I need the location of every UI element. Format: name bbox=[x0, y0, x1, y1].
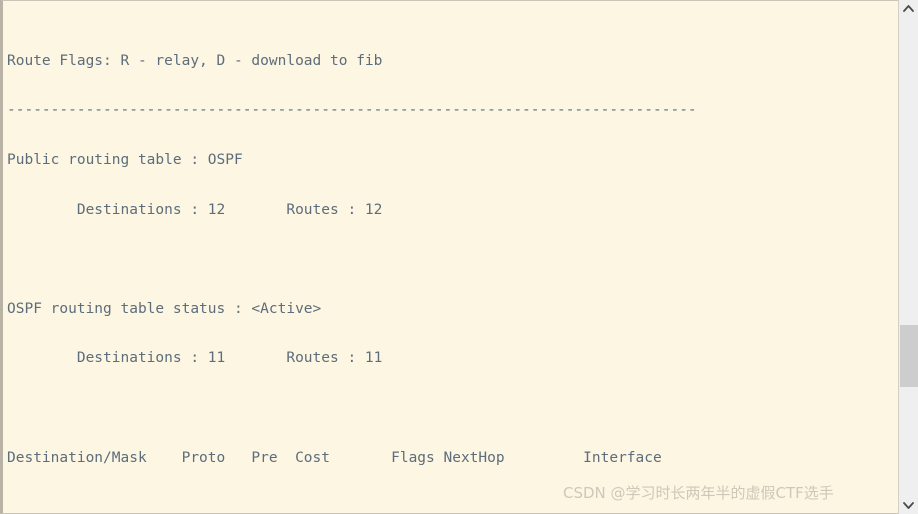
public-routing-table-counts: Destinations : 12 Routes : 12 bbox=[7, 201, 383, 218]
vertical-scrollbar[interactable] bbox=[898, 0, 918, 514]
route-flags-legend: Route Flags: R - relay, D - download to … bbox=[7, 52, 383, 69]
chevron-down-icon[interactable] bbox=[899, 497, 918, 514]
terminal-screen: Route Flags: R - relay, D - download to … bbox=[3, 1, 740, 513]
scrollbar-thumb[interactable] bbox=[900, 325, 918, 387]
active-table-counts: Destinations : 11 Routes : 11 bbox=[7, 350, 383, 367]
chevron-up-icon[interactable] bbox=[899, 0, 918, 17]
public-routing-table-title: Public routing table : OSPF bbox=[7, 151, 243, 168]
terminal-window: Route Flags: R - relay, D - download to … bbox=[0, 0, 918, 514]
separator-rule: ----------------------------------------… bbox=[7, 102, 697, 119]
active-table-header: Destination/Mask Proto Pre Cost Flags Ne… bbox=[7, 449, 662, 466]
active-table-status: OSPF routing table status : <Active> bbox=[7, 300, 322, 317]
terminal-output-pane[interactable]: Route Flags: R - relay, D - download to … bbox=[0, 0, 898, 514]
